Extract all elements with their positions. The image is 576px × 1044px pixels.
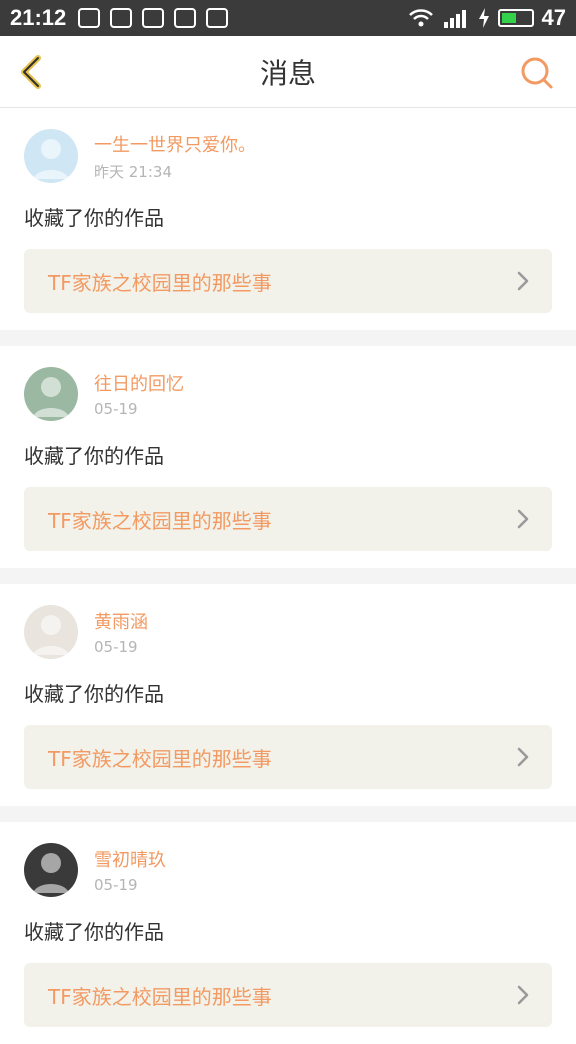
user-name[interactable]: 一生一世界只爱你。 bbox=[94, 131, 256, 157]
message-meta: 雪初晴玖 05-19 bbox=[94, 846, 166, 894]
avatar[interactable] bbox=[24, 605, 78, 659]
page-title: 消息 bbox=[259, 56, 316, 90]
weibo-icon bbox=[174, 8, 197, 28]
message-meta: 往日的回忆 05-19 bbox=[94, 370, 184, 418]
battery-percent: 47 bbox=[541, 5, 566, 30]
action-text: 收藏了你的作品 bbox=[24, 682, 164, 706]
avatar[interactable] bbox=[24, 843, 78, 897]
user-avatar-icon bbox=[33, 853, 69, 893]
charging-icon bbox=[478, 8, 489, 28]
user-avatar-icon bbox=[33, 377, 69, 417]
work-title: TF家族之校园里的那些事 bbox=[48, 508, 272, 533]
avatar[interactable] bbox=[24, 367, 78, 421]
back-chevron-icon[interactable] bbox=[12, 52, 52, 92]
user-avatar-icon bbox=[33, 139, 69, 179]
status-icons bbox=[78, 8, 229, 28]
message-card: 往日的回忆 05-19 收藏了你的作品 TF家族之校园里的那些事 bbox=[0, 346, 576, 568]
page-header: 消息 bbox=[0, 36, 576, 108]
work-title: TF家族之校园里的那些事 bbox=[48, 270, 272, 295]
signal-icon bbox=[443, 10, 466, 28]
battery-icon bbox=[497, 9, 534, 27]
avatar[interactable] bbox=[24, 129, 78, 183]
message-card: 一生一世界只爱你。 昨天 21:34 收藏了你的作品 TF家族之校园里的那些事 bbox=[0, 108, 576, 330]
chevron-right-icon bbox=[517, 271, 529, 291]
work-title: TF家族之校园里的那些事 bbox=[48, 984, 272, 1009]
action-text: 收藏了你的作品 bbox=[24, 206, 164, 230]
work-link[interactable]: TF家族之校园里的那些事 bbox=[24, 249, 552, 313]
walk-icon bbox=[110, 8, 133, 28]
work-link[interactable]: TF家族之校园里的那些事 bbox=[24, 725, 552, 789]
battery-level bbox=[501, 13, 516, 23]
work-link[interactable]: TF家族之校园里的那些事 bbox=[24, 963, 552, 1027]
message-card: 黄雨涵 05-19 收藏了你的作品 TF家族之校园里的那些事 bbox=[0, 584, 576, 806]
message-time: 05-19 bbox=[94, 876, 138, 894]
music-icon bbox=[206, 8, 229, 28]
user-name[interactable]: 雪初晴玖 bbox=[94, 846, 166, 872]
status-right: 47 bbox=[408, 5, 566, 31]
message-list: 一生一世界只爱你。 昨天 21:34 收藏了你的作品 TF家族之校园里的那些事 … bbox=[0, 108, 576, 1044]
action-text: 收藏了你的作品 bbox=[24, 920, 164, 944]
status-time: 21:12 bbox=[10, 5, 67, 30]
wifi-icon bbox=[408, 9, 433, 27]
message-meta: 一生一世界只爱你。 昨天 21:34 bbox=[94, 131, 256, 182]
chevron-right-icon bbox=[517, 985, 529, 1005]
message-header: 黄雨涵 05-19 bbox=[24, 604, 552, 660]
message-time: 05-19 bbox=[94, 638, 138, 656]
action-text: 收藏了你的作品 bbox=[24, 444, 164, 468]
paw-icon bbox=[78, 8, 101, 28]
message-header: 往日的回忆 05-19 bbox=[24, 366, 552, 422]
search-icon[interactable] bbox=[518, 54, 556, 92]
message-header: 一生一世界只爱你。 昨天 21:34 bbox=[24, 128, 552, 184]
user-name[interactable]: 黄雨涵 bbox=[94, 608, 148, 634]
chevron-right-icon bbox=[517, 747, 529, 767]
message-time: 05-19 bbox=[94, 400, 138, 418]
user-avatar-icon bbox=[33, 615, 69, 655]
chevron-right-icon bbox=[517, 509, 529, 529]
message-meta: 黄雨涵 05-19 bbox=[94, 608, 148, 656]
message-card: 雪初晴玖 05-19 收藏了你的作品 TF家族之校园里的那些事 bbox=[0, 822, 576, 1044]
work-title: TF家族之校园里的那些事 bbox=[48, 746, 272, 771]
work-link[interactable]: TF家族之校园里的那些事 bbox=[24, 487, 552, 551]
user-name[interactable]: 往日的回忆 bbox=[94, 370, 184, 396]
status-bar: 21:12 47 bbox=[0, 0, 576, 36]
message-header: 雪初晴玖 05-19 bbox=[24, 842, 552, 898]
image-icon bbox=[142, 8, 165, 28]
message-time: 昨天 21:34 bbox=[94, 162, 172, 181]
